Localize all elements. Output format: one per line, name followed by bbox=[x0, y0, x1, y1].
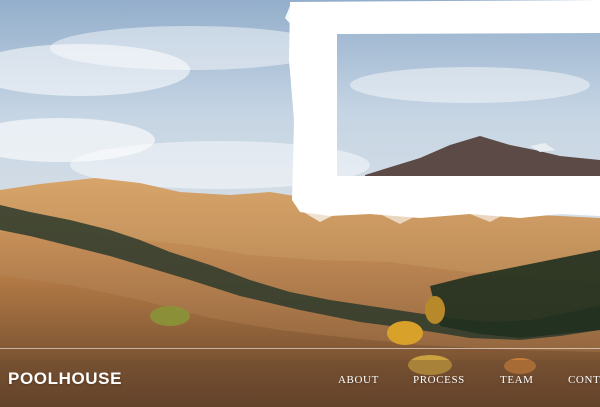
nav-item-about[interactable]: ABOUT bbox=[338, 374, 379, 386]
nav-item-process[interactable]: PROCESS bbox=[413, 374, 465, 386]
landscape-image bbox=[0, 0, 600, 407]
nav-links: ABOUT PROCESS TEAM CONTACT bbox=[338, 374, 600, 388]
top-navigation: POOLHOUSE ABOUT PROCESS TEAM CONTACT bbox=[0, 349, 600, 407]
hero-background bbox=[0, 0, 600, 407]
nav-item-contact[interactable]: CONTACT bbox=[568, 374, 600, 386]
nav-item-team[interactable]: TEAM bbox=[500, 374, 534, 386]
poolhouse-logo[interactable]: POOLHOUSE bbox=[8, 369, 122, 389]
